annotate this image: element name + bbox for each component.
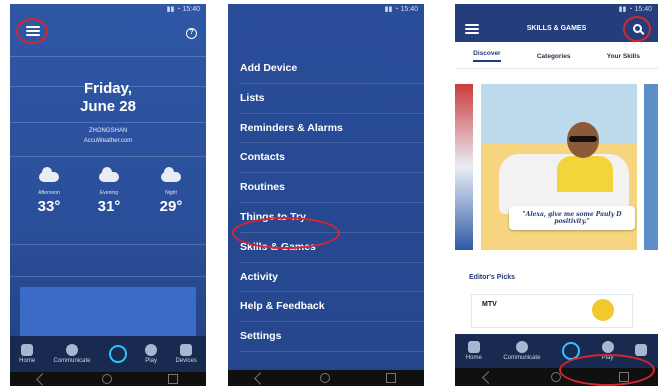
play-icon — [145, 344, 158, 356]
tab-discover[interactable]: Discover — [473, 50, 501, 62]
cloudy-night-icon — [161, 167, 181, 182]
android-nav-bar — [10, 372, 206, 386]
back-icon[interactable] — [253, 371, 267, 385]
bottom-tab-bar: Home Communicate Play Devices — [10, 336, 206, 372]
status-bar: ▮▮ ◔ 15:40 — [384, 6, 418, 13]
menu-item-reminders-alarms[interactable]: Reminders & Alarms — [240, 114, 424, 144]
header-title: SKILLS & GAMES — [526, 25, 587, 32]
forecast-evening: Evening 31° — [84, 167, 134, 215]
communicate-icon — [65, 344, 78, 356]
menu-item-settings[interactable]: Settings — [240, 322, 424, 352]
forecast-temp: 33° — [37, 198, 61, 215]
back-icon[interactable] — [35, 372, 49, 386]
featured-skill-card[interactable]: "Alexa, give me some Pauly D positivity.… — [481, 84, 637, 250]
side-menu: Add Device Lists Reminders & Alarms Cont… — [240, 54, 424, 352]
devices-icon — [635, 344, 648, 356]
tab-devices[interactable] — [635, 344, 648, 358]
recents-icon[interactable] — [386, 373, 397, 383]
tab-devices[interactable]: Devices — [175, 344, 197, 364]
alexa-icon — [108, 345, 127, 363]
tab-communicate[interactable]: Communicate — [503, 341, 540, 361]
menu-hamburger-icon[interactable] — [465, 24, 479, 34]
home-circle-icon[interactable] — [320, 373, 331, 383]
editors-picks-title: Editor's Picks — [469, 274, 516, 281]
date-line-1: Friday, — [83, 80, 133, 97]
menu-item-contacts[interactable]: Contacts — [240, 143, 424, 174]
highlight-circle-skills — [232, 217, 340, 249]
skill-logo-icon — [592, 299, 614, 321]
forecast-afternoon: Afternoon 33° — [24, 167, 74, 215]
menu-item-help-feedback[interactable]: Help & Feedback — [240, 292, 424, 323]
home-icon — [467, 341, 480, 353]
android-nav-bar — [228, 370, 424, 386]
tab-communicate[interactable]: Communicate — [53, 344, 91, 364]
home-card-widget[interactable] — [20, 287, 196, 339]
highlight-circle-home-button — [559, 354, 655, 386]
tab-alexa[interactable] — [108, 345, 127, 363]
highlight-circle-menu — [16, 18, 48, 44]
back-icon[interactable] — [482, 370, 495, 384]
status-bar: ▮▮ ◔ 15:40 — [166, 6, 200, 13]
phone-home-screen: ▮▮ ◔ 15:40 ? Friday, June 28 ZHONGSHAN A… — [10, 4, 206, 386]
play-icon — [601, 341, 614, 353]
carousel-next-card[interactable] — [644, 84, 658, 250]
menu-item-add-device[interactable]: Add Device — [240, 54, 424, 84]
weather-source: AccuWeather.com — [83, 138, 133, 144]
home-icon — [21, 344, 34, 356]
forecast-night: Night 29° — [146, 167, 196, 215]
carousel-prev-card[interactable] — [455, 84, 473, 250]
editors-pick-card[interactable]: MTV — [471, 294, 633, 328]
help-icon[interactable]: ? — [186, 28, 197, 39]
skills-tabs: Discover Categories Your Skills — [455, 44, 658, 69]
cloudy-icon — [39, 167, 59, 182]
featured-quote: "Alexa, give me some Pauly D positivity.… — [509, 206, 635, 230]
forecast-temp: 31° — [97, 198, 121, 215]
menu-item-lists[interactable]: Lists — [240, 84, 424, 114]
phone-skills-screen: ▮▮ ◔ 15:40 SKILLS & GAMES Discover Categ… — [455, 4, 658, 386]
cloudy-icon — [99, 167, 119, 182]
tab-categories[interactable]: Categories — [537, 53, 571, 60]
tab-home[interactable]: Home — [466, 341, 482, 361]
home-circle-icon[interactable] — [102, 374, 113, 384]
forecast-temp: 29° — [159, 198, 183, 215]
highlight-circle-search — [623, 16, 651, 42]
menu-item-routines[interactable]: Routines — [240, 173, 424, 203]
communicate-icon — [515, 341, 528, 353]
recents-icon[interactable] — [168, 374, 179, 384]
devices-icon — [180, 344, 193, 356]
tab-your-skills[interactable]: Your Skills — [607, 53, 640, 60]
tab-play[interactable]: Play — [145, 344, 158, 364]
status-bar: ▮▮ ◔ 15:40 — [455, 4, 658, 16]
phone-menu-screen: ▮▮ ◔ 15:40 Add Device Lists Reminders & … — [228, 4, 424, 386]
card-title: MTV — [482, 301, 497, 308]
location-label: ZHONGSHAN — [88, 128, 128, 134]
menu-item-activity[interactable]: Activity — [240, 263, 424, 293]
date-line-2: June 28 — [80, 98, 136, 115]
tab-home[interactable]: Home — [19, 344, 35, 364]
